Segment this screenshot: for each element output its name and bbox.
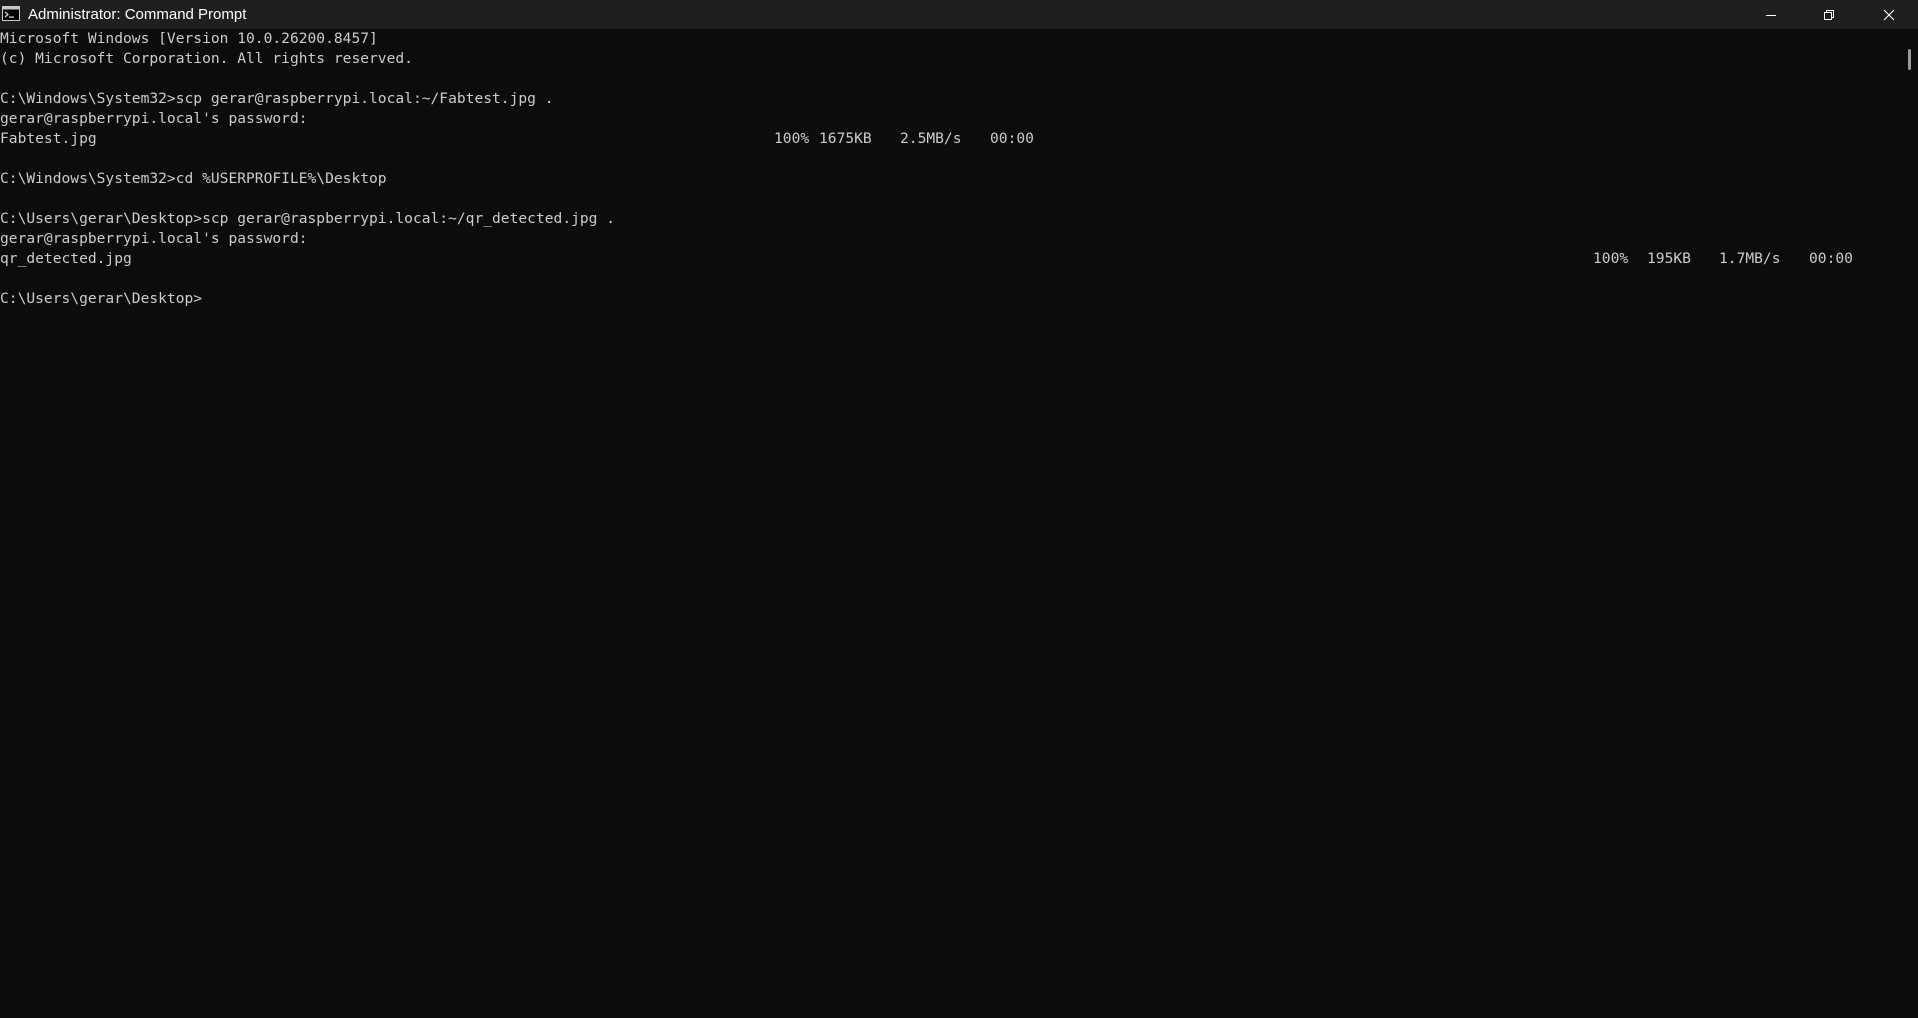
transfer-percent: 100% [1593, 250, 1629, 267]
minimize-icon [1765, 9, 1777, 21]
transfer-eta: 00:00 [990, 130, 1034, 147]
maximize-button[interactable] [1800, 0, 1858, 29]
close-button[interactable] [1860, 0, 1918, 29]
scrollbar-thumb[interactable] [1908, 49, 1911, 70]
terminal-line: gerar@raspberrypi.local's password: [0, 230, 308, 247]
command-prompt-line[interactable]: C:\Users\gerar\Desktop> [0, 289, 202, 309]
transfer-progress-line: qr_detected.jpg 100% 195KB 1.7MB/s 00:00 [0, 249, 1900, 269]
vertical-scrollbar[interactable] [1900, 29, 1918, 1018]
transfer-rate: 1.7MB/s [1719, 250, 1781, 267]
transfer-progress-line: Fabtest.jpg 100% 1675KB 2.5MB/s 00:00 [0, 129, 1900, 149]
terminal-line: C:\Windows\System32>cd %USERPROFILE%\Des… [0, 170, 387, 187]
terminal-line: gerar@raspberrypi.local's password: [0, 110, 308, 127]
terminal-output[interactable]: Microsoft Windows [Version 10.0.26200.84… [0, 29, 1900, 1018]
transfer-file: Fabtest.jpg [0, 130, 97, 147]
terminal-line: Microsoft Windows [Version 10.0.26200.84… [0, 30, 378, 47]
close-icon [1883, 9, 1895, 21]
transfer-size: 1675KB [819, 130, 872, 147]
transfer-rate: 2.5MB/s [900, 130, 962, 147]
transfer-eta: 00:00 [1809, 250, 1853, 267]
restore-icon [1823, 9, 1835, 21]
terminal-line: C:\Windows\System32>scp gerar@raspberryp… [0, 90, 554, 107]
terminal-line: C:\Users\gerar\Desktop>scp gerar@raspber… [0, 210, 616, 227]
title-bar[interactable]: Administrator: Command Prompt [0, 0, 1918, 29]
command-prompt-window: Administrator: Command Prompt Microsoft … [0, 0, 1918, 1018]
transfer-size: 195KB [1647, 250, 1691, 267]
cmd-icon [2, 6, 20, 21]
transfer-file: qr_detected.jpg [0, 250, 132, 267]
window-title: Administrator: Command Prompt [28, 6, 247, 23]
terminal-line: (c) Microsoft Corporation. All rights re… [0, 50, 413, 67]
minimize-button[interactable] [1742, 0, 1800, 29]
transfer-percent: 100% [774, 130, 810, 147]
